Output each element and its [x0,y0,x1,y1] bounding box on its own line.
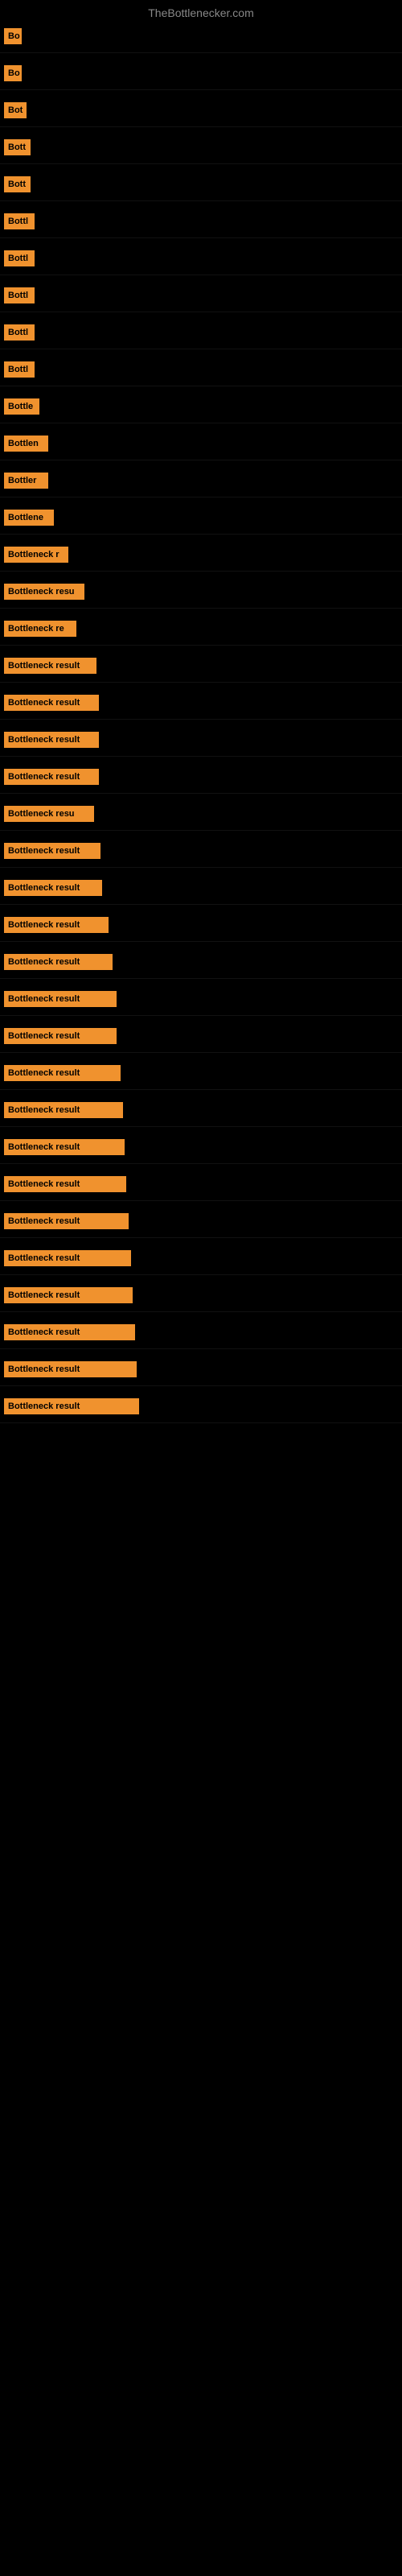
list-item: Bottl [0,353,402,386]
list-item: Bottleneck result [0,1168,402,1201]
bottleneck-label[interactable]: Bottl [4,324,35,341]
bottleneck-label[interactable]: Bottlene [4,510,54,526]
bottleneck-label[interactable]: Bottleneck result [4,1287,133,1303]
bottleneck-label[interactable]: Bottleneck result [4,880,102,896]
bottleneck-label[interactable]: Bottleneck result [4,769,99,785]
list-item: Bottleneck result [0,1094,402,1127]
bottleneck-label[interactable]: Bo [4,28,22,44]
bottleneck-label[interactable]: Bott [4,176,31,192]
list-item: Bottleneck result [0,1057,402,1090]
bottleneck-label[interactable]: Bo [4,65,22,81]
bottleneck-label[interactable]: Bottl [4,213,35,229]
list-item: Bottleneck result [0,1205,402,1238]
bottleneck-label[interactable]: Bottleneck result [4,658,96,674]
list-item: Bottleneck resu [0,798,402,831]
list-item: Bottleneck result [0,687,402,720]
list-item: Bottleneck result [0,1390,402,1423]
bottleneck-label[interactable]: Bottler [4,473,48,489]
list-item: Bo [0,20,402,53]
bottleneck-label[interactable]: Bottleneck result [4,695,99,711]
list-item: Bottlen [0,427,402,460]
list-item: Bottleneck result [0,835,402,868]
list-item: Bottl [0,205,402,238]
list-item: Bottlene [0,502,402,535]
bottleneck-label[interactable]: Bottleneck result [4,843,100,859]
list-item: Bot [0,94,402,127]
list-item: Bottleneck result [0,1316,402,1349]
list-item: Bottleneck resu [0,576,402,609]
bottleneck-label[interactable]: Bottleneck resu [4,584,84,600]
list-item: Bottler [0,464,402,497]
list-item: Bottl [0,316,402,349]
bottleneck-label[interactable]: Bottleneck re [4,621,76,637]
bottleneck-label[interactable]: Bott [4,139,31,155]
list-item: Bottleneck result [0,650,402,683]
items-container: Bo Bo Bot Bott Bott Bottl Bottl Bottl Bottl Bottl… [0,20,402,1423]
bottleneck-label[interactable]: Bottleneck result [4,1102,123,1118]
list-item: Bottleneck result [0,1131,402,1164]
list-item: Bottleneck result [0,872,402,905]
bottleneck-label[interactable]: Bottleneck result [4,1361,137,1377]
list-item: Bottleneck result [0,1279,402,1312]
list-item: Bottleneck result [0,761,402,794]
bottleneck-label[interactable]: Bottleneck r [4,547,68,563]
list-item: Bottleneck result [0,1020,402,1053]
list-item: Bottl [0,242,402,275]
bottleneck-label[interactable]: Bottleneck result [4,732,99,748]
bottleneck-label[interactable]: Bottlen [4,436,48,452]
list-item: Bo [0,57,402,90]
list-item: Bottleneck r [0,539,402,572]
bottleneck-label[interactable]: Bottl [4,250,35,266]
list-item: Bottle [0,390,402,423]
bottleneck-label[interactable]: Bot [4,102,27,118]
bottleneck-label[interactable]: Bottleneck result [4,1324,135,1340]
bottleneck-label[interactable]: Bottleneck result [4,1176,126,1192]
bottleneck-label[interactable]: Bottleneck result [4,1139,125,1155]
list-item: Bottleneck result [0,983,402,1016]
list-item: Bottleneck result [0,1242,402,1275]
bottleneck-label[interactable]: Bottleneck resu [4,806,94,822]
list-item: Bottleneck result [0,724,402,757]
list-item: Bottleneck re [0,613,402,646]
list-item: Bott [0,131,402,164]
list-item: Bott [0,168,402,201]
list-item: Bottleneck result [0,909,402,942]
bottleneck-label[interactable]: Bottleneck result [4,991,117,1007]
bottleneck-label[interactable]: Bottleneck result [4,917,109,933]
bottleneck-label[interactable]: Bottleneck result [4,1250,131,1266]
bottleneck-label[interactable]: Bottleneck result [4,1213,129,1229]
list-item: Bottl [0,279,402,312]
bottleneck-label[interactable]: Bottleneck result [4,1398,139,1414]
bottleneck-label[interactable]: Bottleneck result [4,1028,117,1044]
list-item: Bottleneck result [0,1353,402,1386]
bottleneck-label[interactable]: Bottle [4,398,39,415]
bottleneck-label[interactable]: Bottl [4,287,35,303]
bottleneck-label[interactable]: Bottleneck result [4,1065,121,1081]
bottleneck-label[interactable]: Bottleneck result [4,954,113,970]
bottleneck-label[interactable]: Bottl [4,361,35,378]
list-item: Bottleneck result [0,946,402,979]
